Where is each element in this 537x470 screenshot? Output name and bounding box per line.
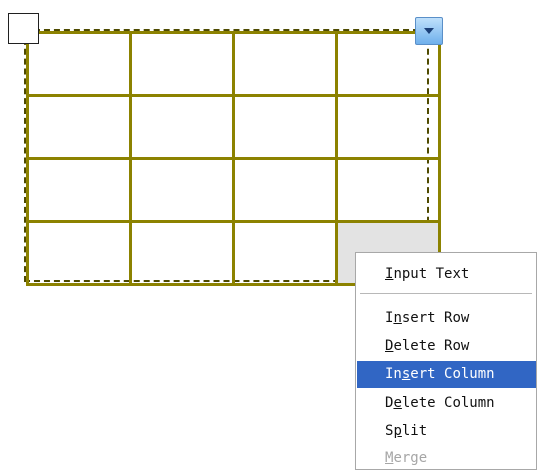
table-cell[interactable] [232, 220, 338, 286]
menu-item-delete-column[interactable]: Delete Column [357, 390, 536, 417]
table-row [26, 94, 441, 160]
table-cell[interactable] [129, 94, 235, 160]
table-cell[interactable] [232, 94, 338, 160]
table-cell[interactable] [129, 220, 235, 286]
table-cell[interactable] [26, 157, 132, 223]
table-editor: Input Text Insert Row Delete Row Insert … [0, 0, 537, 470]
table-cell[interactable] [26, 94, 132, 160]
table-cell[interactable] [26, 31, 132, 97]
menu-item-split[interactable]: Split [357, 418, 536, 445]
chevron-down-icon [424, 28, 434, 34]
table-cell[interactable] [129, 157, 235, 223]
square-handle-icon[interactable] [8, 13, 39, 44]
table-cell[interactable] [232, 31, 338, 97]
table-grid [26, 31, 441, 286]
menu-separator [360, 293, 532, 294]
context-menu: Input Text Insert Row Delete Row Insert … [355, 252, 537, 470]
menu-item-insert-column[interactable]: Insert Column [357, 361, 536, 388]
menu-item-input-text[interactable]: Input Text [357, 261, 536, 288]
table-row [26, 31, 441, 97]
table-menu-button[interactable] [415, 17, 443, 45]
table-cell[interactable] [232, 157, 338, 223]
table-cell[interactable] [129, 31, 235, 97]
table-cell[interactable] [335, 157, 441, 223]
table-cell[interactable] [335, 94, 441, 160]
menu-item-merge: Merge [385, 450, 428, 466]
table-cell[interactable] [26, 220, 132, 286]
menu-item-insert-row[interactable]: Insert Row [357, 305, 536, 332]
table-row [26, 157, 441, 223]
menu-item-delete-row[interactable]: Delete Row [357, 333, 536, 360]
